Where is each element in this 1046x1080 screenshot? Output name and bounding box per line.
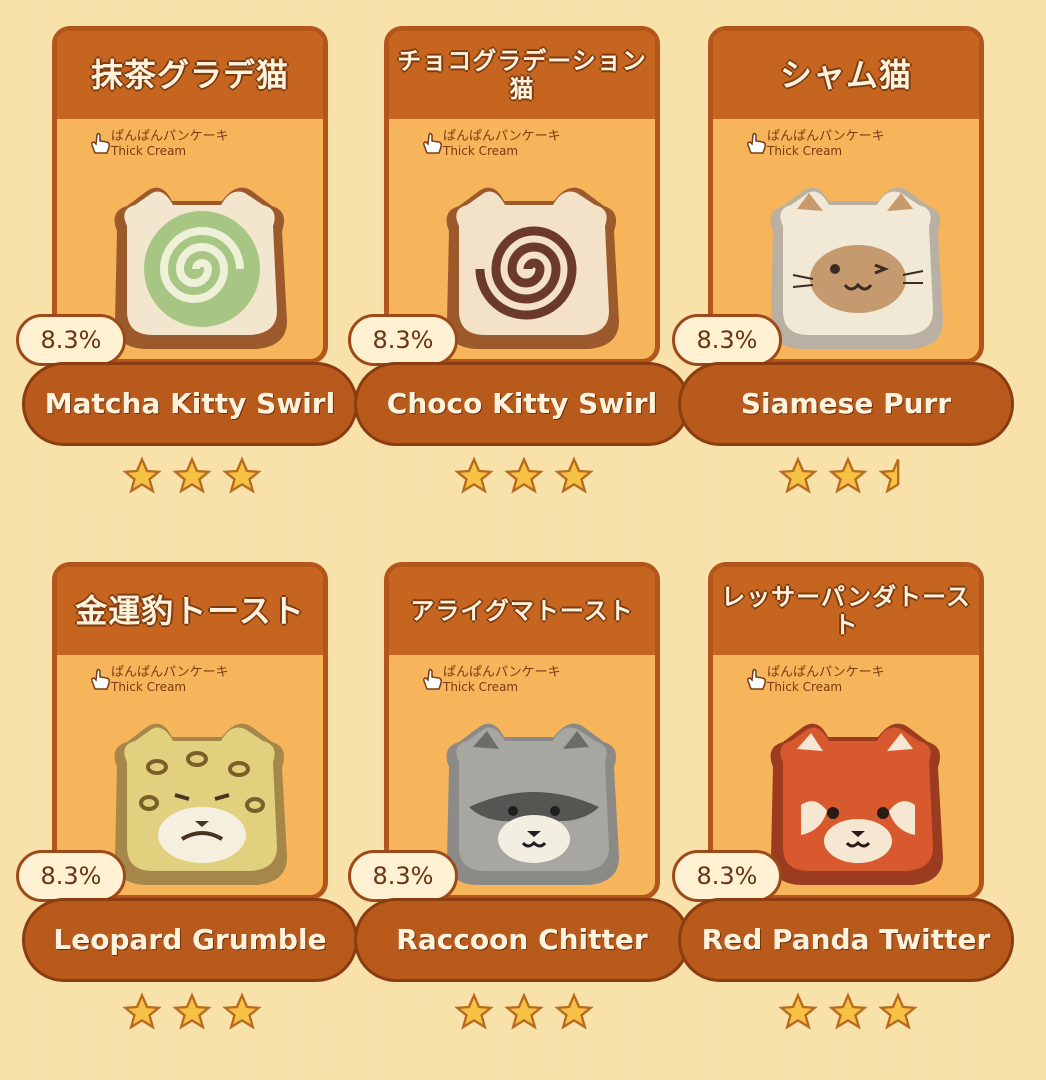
item-name-plate: Matcha Kitty Swirl xyxy=(22,362,358,446)
collection-card-1[interactable]: 抹茶グラデ猫 ぱんぱんパンケーキ Thick Cream 8.3% Matcha… xyxy=(16,26,358,494)
pointer-hand-icon xyxy=(423,132,442,154)
siamese-cat-toast-art xyxy=(770,187,943,349)
item-name: Raccoon Chitter xyxy=(396,923,648,956)
subtitle-en: Thick Cream xyxy=(767,680,843,694)
item-name: Red Panda Twitter xyxy=(701,923,991,956)
subtitle-en: Thick Cream xyxy=(111,144,187,158)
star-icon xyxy=(504,456,544,494)
pointer-hand-icon xyxy=(747,132,766,154)
star-icon xyxy=(454,992,494,1030)
subtitle-jp: ぱんぱんパンケーキ xyxy=(767,129,885,144)
drop-rate-badge: 8.3% xyxy=(672,314,782,366)
star-icon xyxy=(878,992,918,1030)
rarity-stars xyxy=(778,992,918,1032)
star-icon xyxy=(504,992,544,1030)
card-subtitle: ぱんぱんパンケーキ Thick Cream xyxy=(111,665,229,694)
card-title-jp: 金運豹トースト xyxy=(75,592,305,630)
subtitle-jp: ぱんぱんパンケーキ xyxy=(111,129,229,144)
half-star-icon xyxy=(878,458,900,494)
subtitle-en: Thick Cream xyxy=(111,680,187,694)
red-panda-toast-art xyxy=(770,723,943,885)
star-icon xyxy=(122,992,162,1030)
star-icon xyxy=(554,456,594,494)
card-subtitle: ぱんぱんパンケーキ Thick Cream xyxy=(767,129,885,158)
card-title-band: 金運豹トースト xyxy=(57,567,323,655)
star-icon xyxy=(778,456,818,494)
drop-rate-badge: 8.3% xyxy=(348,850,458,902)
drop-rate-badge: 8.3% xyxy=(348,314,458,366)
star-icon xyxy=(778,992,818,1030)
subtitle-en: Thick Cream xyxy=(443,144,519,158)
rarity-stars xyxy=(122,456,262,496)
item-name-plate: Choco Kitty Swirl xyxy=(354,362,690,446)
item-name: Leopard Grumble xyxy=(53,923,327,956)
rarity-stars xyxy=(454,992,594,1032)
collection-card-3[interactable]: シャム猫 ぱんぱんパンケーキ Thick Cream 8.3% Siamese … xyxy=(672,26,1014,494)
choco-swirl-toast-art xyxy=(446,187,619,349)
item-name-plate: Leopard Grumble xyxy=(22,898,358,982)
star-icon xyxy=(454,456,494,494)
item-name: Choco Kitty Swirl xyxy=(386,387,658,420)
card-title-band: レッサーパンダトースト xyxy=(713,567,979,655)
collection-card-4[interactable]: 金運豹トースト ぱんぱんパンケーキ Thick Cream 8.3% Leopa… xyxy=(16,562,358,1030)
star-icon xyxy=(172,456,212,494)
pointer-hand-icon xyxy=(423,668,442,690)
card-subtitle: ぱんぱんパンケーキ Thick Cream xyxy=(443,665,561,694)
card-title-band: アライグマトースト xyxy=(389,567,655,655)
subtitle-jp: ぱんぱんパンケーキ xyxy=(767,665,885,680)
subtitle-jp: ぱんぱんパンケーキ xyxy=(443,129,561,144)
rarity-stars xyxy=(778,456,900,496)
subtitle-jp: ぱんぱんパンケーキ xyxy=(443,665,561,680)
card-title-jp: レッサーパンダトースト xyxy=(721,583,971,639)
card-title-jp: 抹茶グラデ猫 xyxy=(90,56,289,94)
item-name-plate: Siamese Purr xyxy=(678,362,1014,446)
collection-card-5[interactable]: アライグマトースト ぱんぱんパンケーキ Thick Cream 8.3% Rac… xyxy=(348,562,690,1030)
item-name: Matcha Kitty Swirl xyxy=(44,387,336,420)
item-name-plate: Red Panda Twitter xyxy=(678,898,1014,982)
card-title-band: シャム猫 xyxy=(713,31,979,119)
drop-rate-badge: 8.3% xyxy=(16,850,126,902)
item-name: Siamese Purr xyxy=(740,387,952,420)
raccoon-toast-art xyxy=(446,723,619,885)
star-icon xyxy=(828,992,868,1030)
card-title-jp: チョコグラデーション猫 xyxy=(397,47,647,103)
card-title-jp: アライグマトースト xyxy=(410,597,634,625)
pointer-hand-icon xyxy=(91,132,110,154)
pointer-hand-icon xyxy=(91,668,110,690)
card-subtitle: ぱんぱんパンケーキ Thick Cream xyxy=(443,129,561,158)
star-icon xyxy=(222,456,262,494)
card-title-jp: シャム猫 xyxy=(779,56,912,94)
collection-card-2[interactable]: チョコグラデーション猫 ぱんぱんパンケーキ Thick Cream 8.3% C… xyxy=(348,26,690,494)
star-icon xyxy=(122,456,162,494)
matcha-swirl-toast-art xyxy=(114,187,288,349)
star-icon xyxy=(172,992,212,1030)
star-icon xyxy=(828,456,868,494)
collection-card-6[interactable]: レッサーパンダトースト ぱんぱんパンケーキ Thick Cream 8.3% R… xyxy=(672,562,1014,1030)
item-name-plate: Raccoon Chitter xyxy=(354,898,690,982)
card-subtitle: ぱんぱんパンケーキ Thick Cream xyxy=(111,129,229,158)
subtitle-en: Thick Cream xyxy=(767,144,843,158)
pointer-hand-icon xyxy=(747,668,766,690)
drop-rate-badge: 8.3% xyxy=(16,314,126,366)
star-icon xyxy=(554,992,594,1030)
rarity-stars xyxy=(454,456,594,496)
card-title-band: 抹茶グラデ猫 xyxy=(57,31,323,119)
leopard-toast-art xyxy=(114,723,288,885)
drop-rate-badge: 8.3% xyxy=(672,850,782,902)
star-icon xyxy=(222,992,262,1030)
card-title-band: チョコグラデーション猫 xyxy=(389,31,655,119)
subtitle-jp: ぱんぱんパンケーキ xyxy=(111,665,229,680)
card-subtitle: ぱんぱんパンケーキ Thick Cream xyxy=(767,665,885,694)
rarity-stars xyxy=(122,992,262,1032)
subtitle-en: Thick Cream xyxy=(443,680,519,694)
